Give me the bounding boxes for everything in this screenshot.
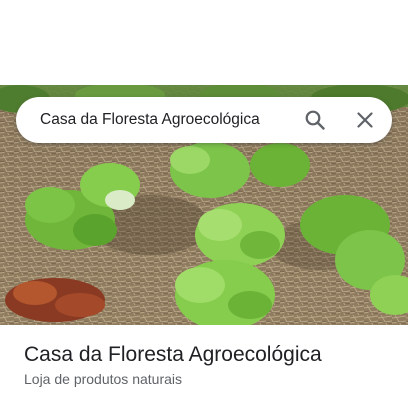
search-input[interactable]: [40, 97, 290, 143]
search-bar: [16, 97, 392, 143]
close-icon[interactable]: [353, 108, 377, 132]
place-category: Loja de produtos naturais: [24, 371, 182, 387]
search-icon[interactable]: [303, 108, 327, 132]
place-card: Casa da Floresta Agroecológica Loja de p…: [0, 0, 408, 410]
place-title[interactable]: Casa da Floresta Agroecológica: [24, 342, 322, 368]
